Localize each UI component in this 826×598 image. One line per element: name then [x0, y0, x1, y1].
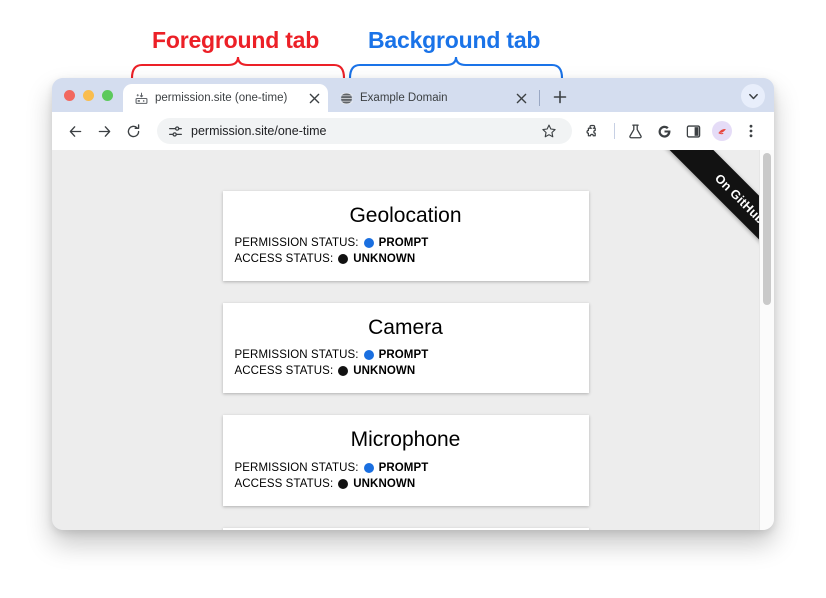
permission-card-camera[interactable]: Camera PERMISSION STATUS: PROMPT ACCESS …: [222, 303, 589, 394]
tab-title: Example Domain: [360, 92, 448, 104]
tab-example-domain[interactable]: Example Domain: [328, 84, 535, 112]
tab-title: permission.site (one-time): [155, 92, 288, 104]
permission-status-dot: [363, 462, 374, 473]
puzzle-icon[interactable]: [580, 118, 607, 145]
foreground-tab-annotation-label: Foreground tab: [152, 27, 320, 53]
access-status-dot: [338, 478, 349, 489]
access-status-row: ACCESS STATUS: UNKNOWN: [223, 363, 589, 379]
access-status-row: ACCESS STATUS: UNKNOWN: [223, 251, 589, 267]
url-text[interactable]: permission.site/one-time: [191, 124, 527, 138]
tab-close-button[interactable]: [306, 90, 322, 106]
card-title: Microphone: [350, 428, 461, 452]
access-status-label: ACCESS STATUS:: [234, 365, 334, 378]
permission-status-label: PERMISSION STATUS:: [234, 349, 359, 362]
browser-toolbar: permission.site/one-time: [52, 112, 774, 150]
permission-card-geolocation[interactable]: Geolocation PERMISSION STATUS: PROMPT AC…: [222, 191, 589, 282]
page-viewport: Geolocation PERMISSION STATUS: PROMPT AC…: [52, 150, 774, 530]
access-status-value: UNKNOWN: [353, 253, 416, 266]
close-window-button[interactable]: [64, 89, 75, 101]
page-scrollbar[interactable]: [759, 150, 774, 530]
access-status-value: UNKNOWN: [353, 477, 416, 490]
star-icon[interactable]: [535, 118, 562, 145]
permission-status-row: PERMISSION STATUS: PROMPT: [223, 460, 589, 476]
access-status-label: ACCESS STATUS:: [234, 253, 334, 266]
browser-window: permission.site (one-time) Example Domai…: [52, 78, 774, 530]
permission-card-microphone[interactable]: Microphone PERMISSION STATUS: PROMPT ACC…: [222, 415, 589, 506]
scrollbar-thumb[interactable]: [763, 153, 771, 305]
card-title: Geolocation: [349, 204, 462, 227]
toolbar-divider: [614, 123, 615, 139]
side-panel-icon[interactable]: [680, 118, 707, 145]
permission-status-value: PROMPT: [378, 349, 429, 362]
permission-status-label: PERMISSION STATUS:: [234, 461, 359, 474]
flask-icon[interactable]: [622, 118, 649, 145]
access-status-value: UNKNOWN: [353, 365, 416, 378]
access-status-label: ACCESS STATUS:: [234, 477, 334, 490]
permission-status-row: PERMISSION STATUS: PROMPT: [223, 235, 589, 251]
background-tab-annotation-label: Background tab: [368, 27, 541, 53]
permission-status-dot: [363, 238, 374, 249]
permission-status-label: PERMISSION STATUS:: [234, 237, 359, 250]
access-status-row: ACCESS STATUS: UNKNOWN: [223, 476, 589, 492]
tab-strip: permission.site (one-time) Example Domai…: [52, 78, 774, 112]
card-title: Camera: [368, 316, 443, 340]
tab-search-button[interactable]: [741, 84, 765, 108]
permission-card-list: Geolocation PERMISSION STATUS: PROMPT AC…: [52, 150, 759, 530]
chevron-down-icon: [748, 93, 758, 99]
tab-divider: [539, 90, 540, 106]
reload-icon[interactable]: [120, 118, 147, 145]
forward-arrow-icon[interactable]: [91, 118, 118, 145]
globe-icon: [339, 91, 353, 105]
window-controls: [60, 78, 123, 112]
address-bar[interactable]: permission.site/one-time: [157, 118, 572, 144]
google-g-icon[interactable]: [651, 118, 678, 145]
maximize-window-button[interactable]: [102, 89, 113, 101]
page-content: Geolocation PERMISSION STATUS: PROMPT AC…: [52, 150, 759, 530]
access-status-dot: [338, 254, 349, 265]
permission-card-partial[interactable]: [222, 527, 589, 530]
permission-status-value: PROMPT: [378, 461, 429, 474]
back-arrow-icon[interactable]: [62, 118, 89, 145]
permission-status-value: PROMPT: [378, 237, 429, 250]
minimize-window-button[interactable]: [83, 89, 94, 101]
tab-permission-site[interactable]: permission.site (one-time): [123, 84, 328, 112]
access-status-dot: [338, 366, 349, 377]
permission-site-icon: [134, 91, 148, 105]
kebab-menu-icon[interactable]: [737, 118, 764, 145]
permission-status-row: PERMISSION STATUS: PROMPT: [223, 347, 589, 363]
avatar-icon[interactable]: [712, 121, 732, 141]
permission-status-dot: [363, 350, 374, 361]
tab-close-button[interactable]: [513, 90, 529, 106]
new-tab-button[interactable]: [548, 85, 572, 109]
tune-icon[interactable]: [167, 123, 183, 139]
